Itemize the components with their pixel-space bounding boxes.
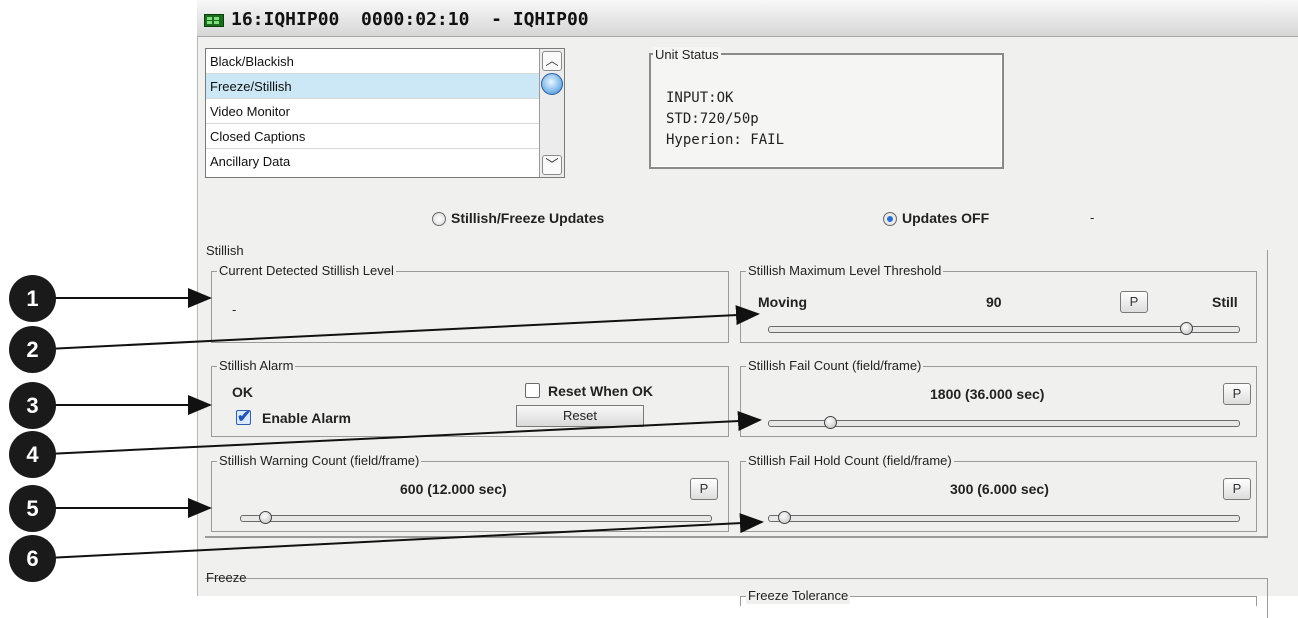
- callout-2: 2: [9, 326, 56, 373]
- callout-5: 5: [9, 485, 56, 532]
- callout-6-line: [46, 513, 764, 559]
- callout-4: 4: [9, 431, 56, 478]
- callout-lines: [46, 288, 764, 559]
- callout-3: 3: [9, 382, 56, 429]
- callout-1: 1: [9, 275, 56, 322]
- callout-6: 6: [9, 535, 56, 582]
- callout-4-line: [46, 411, 762, 455]
- callout-2-line: [46, 305, 760, 350]
- freeze-tolerance-panel: Freeze Tolerance: [740, 588, 1257, 606]
